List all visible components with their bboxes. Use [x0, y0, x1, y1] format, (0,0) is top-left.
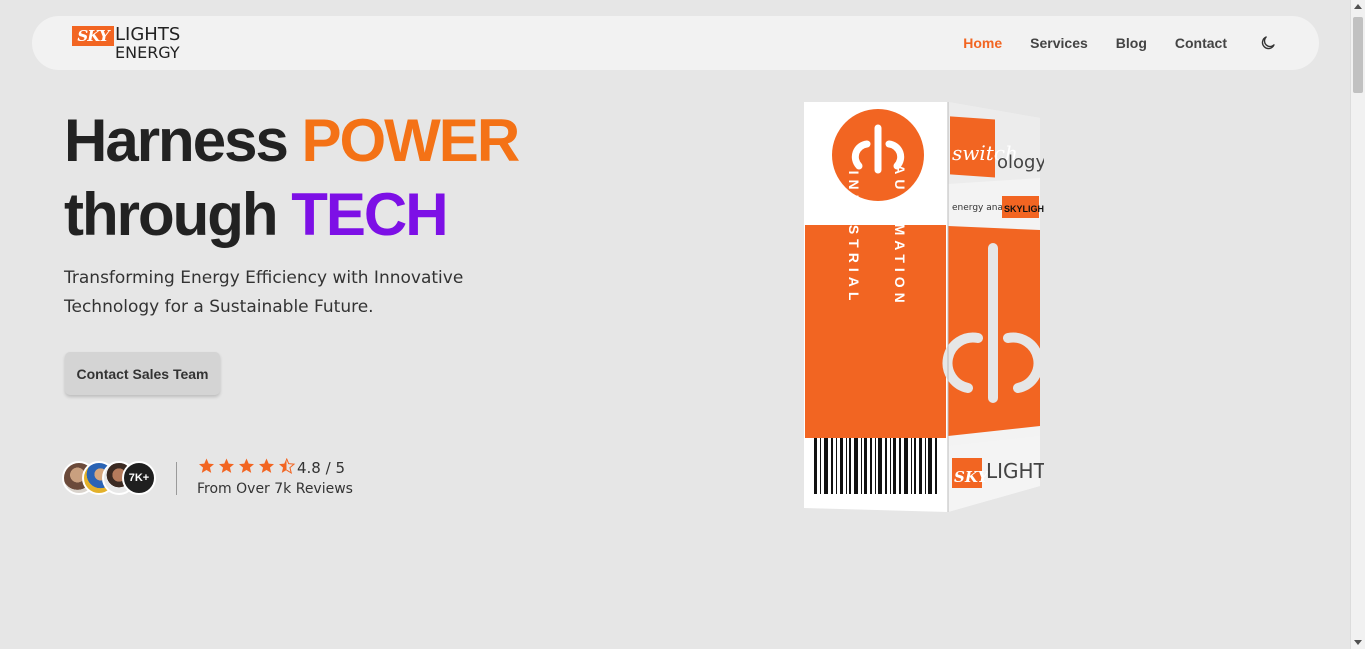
- star-full-icon: [259, 458, 274, 473]
- product-tagline-brand: SKYLIGHTS: [1004, 204, 1044, 214]
- moon-icon: [1261, 36, 1275, 50]
- main-nav: Home Services Blog Contact: [935, 16, 1227, 70]
- page-scrollbar[interactable]: [1350, 0, 1365, 649]
- logo-sky-mark: SKY: [72, 26, 114, 46]
- navbar: SKY LIGHTS ENERGY Home Services Blog Con…: [32, 16, 1319, 70]
- product-box-image: INDUSTRIAL AUTOMATION switch ology energ…: [804, 102, 1044, 512]
- theme-toggle-button[interactable]: [1259, 34, 1277, 52]
- star-full-icon: [199, 458, 214, 473]
- product-front-face: INDUSTRIAL AUTOMATION: [804, 102, 948, 512]
- star-full-icon: [239, 458, 254, 473]
- reviewer-avatars: 7K+: [62, 461, 162, 497]
- headline-tech: TECH: [291, 181, 448, 248]
- brand-logo[interactable]: SKY LIGHTS ENERGY: [72, 24, 188, 62]
- scroll-down-arrow-icon[interactable]: [1354, 640, 1362, 645]
- nav-link-blog[interactable]: Blog: [1116, 35, 1147, 51]
- rating-value: 4.8 / 5: [297, 459, 345, 477]
- scrollbar-thumb[interactable]: [1353, 17, 1363, 93]
- product-industrial-text: INDUSTRIAL: [846, 171, 862, 306]
- product-automation-text: AUTOMATION: [892, 164, 908, 308]
- rating-stars: [197, 457, 297, 475]
- nav-link-home[interactable]: Home: [963, 35, 1002, 51]
- headline-text-2: through: [64, 181, 292, 248]
- reviews-divider: [176, 462, 177, 495]
- contact-sales-button[interactable]: Contact Sales Team: [65, 352, 220, 395]
- product-bottom-sky: SKY: [954, 468, 989, 486]
- star-half-icon: [279, 458, 296, 475]
- product-side-face: switch ology energy analytics SKYLIGHTS …: [942, 102, 1044, 512]
- nav-link-contact[interactable]: Contact: [1175, 35, 1227, 51]
- headline-text-1: Harness: [64, 107, 302, 174]
- product-ology-text: ology: [997, 152, 1044, 173]
- scroll-up-arrow-icon[interactable]: [1354, 4, 1362, 9]
- headline-power: POWER: [301, 107, 520, 174]
- star-full-icon: [219, 458, 234, 473]
- reviews-caption: From Over 7k Reviews: [197, 481, 353, 497]
- product-bottom-lights: LIGHTS: [986, 459, 1044, 483]
- avatar-more-count: 7K+: [122, 461, 156, 495]
- hero-subtitle: Transforming Energy Efficiency with Inno…: [64, 268, 464, 317]
- hero-headline: Harness POWER through TECH: [64, 104, 520, 252]
- nav-link-services[interactable]: Services: [1030, 35, 1088, 51]
- logo-energy-text: ENERGY: [115, 43, 180, 62]
